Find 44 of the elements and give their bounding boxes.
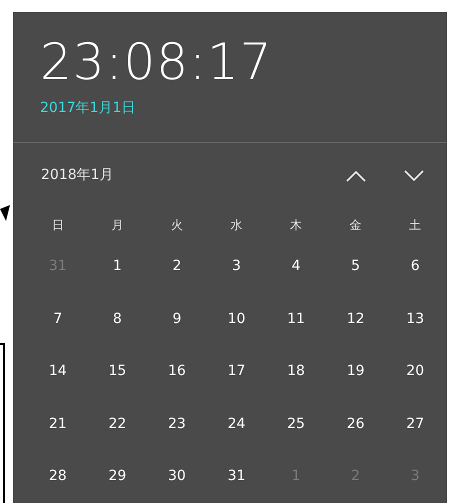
day-cell[interactable]: 8 — [108, 308, 126, 330]
clock-time: 23:08:17 — [40, 32, 274, 92]
day-cell[interactable]: 18 — [283, 361, 309, 382]
weekday-label: 日 — [52, 216, 64, 234]
weekday-label: 木 — [290, 216, 302, 234]
weekday-label: 月 — [111, 216, 124, 234]
day-cell[interactable]: 23 — [164, 414, 190, 435]
day-cell[interactable]: 17 — [224, 361, 250, 382]
day-cell[interactable]: 11 — [283, 308, 309, 330]
day-cell[interactable]: 20 — [402, 361, 428, 382]
day-cell[interactable]: 4 — [288, 256, 305, 278]
day-cell[interactable]: 7 — [49, 308, 66, 330]
weekday-label: 金 — [350, 216, 362, 234]
day-cell[interactable]: 5 — [347, 256, 364, 278]
chevron-up-icon — [346, 170, 366, 182]
weekday-label: 火 — [170, 216, 183, 234]
day-cell[interactable]: 14 — [44, 361, 71, 382]
day-cell[interactable]: 28 — [44, 466, 71, 488]
day-cell[interactable]: 25 — [283, 414, 309, 435]
day-cell[interactable]: 9 — [168, 308, 186, 330]
day-cell[interactable]: 1 — [108, 256, 126, 278]
clock-date: 2017年1月1日 — [40, 99, 136, 118]
chevron-down-icon — [404, 170, 424, 182]
day-cell[interactable]: 10 — [224, 308, 250, 330]
day-cell[interactable]: 6 — [406, 256, 424, 278]
day-cell[interactable]: 22 — [104, 414, 130, 435]
day-cell[interactable]: 12 — [342, 308, 369, 330]
day-cell[interactable]: 19 — [342, 361, 369, 382]
day-cell[interactable]: 30 — [164, 466, 190, 488]
arrow-icon — [0, 205, 12, 221]
day-cell[interactable]: 15 — [104, 361, 130, 382]
weekday-label: 水 — [230, 216, 242, 234]
day-cell[interactable]: 21 — [44, 414, 71, 435]
day-cell[interactable]: 31 — [224, 466, 250, 488]
weekday-label: 土 — [409, 216, 422, 234]
day-cell[interactable]: 27 — [402, 414, 428, 435]
day-cell[interactable]: 16 — [164, 361, 190, 382]
day-cell[interactable]: 26 — [342, 414, 369, 435]
day-cell[interactable]: 29 — [104, 466, 130, 488]
day-cell[interactable]: 13 — [402, 308, 428, 330]
day-cell[interactable]: 24 — [224, 414, 250, 435]
day-cell[interactable]: 2 — [168, 256, 186, 278]
month-label: 2018年1月 — [41, 166, 115, 186]
day-cell[interactable]: 3 — [228, 256, 245, 278]
